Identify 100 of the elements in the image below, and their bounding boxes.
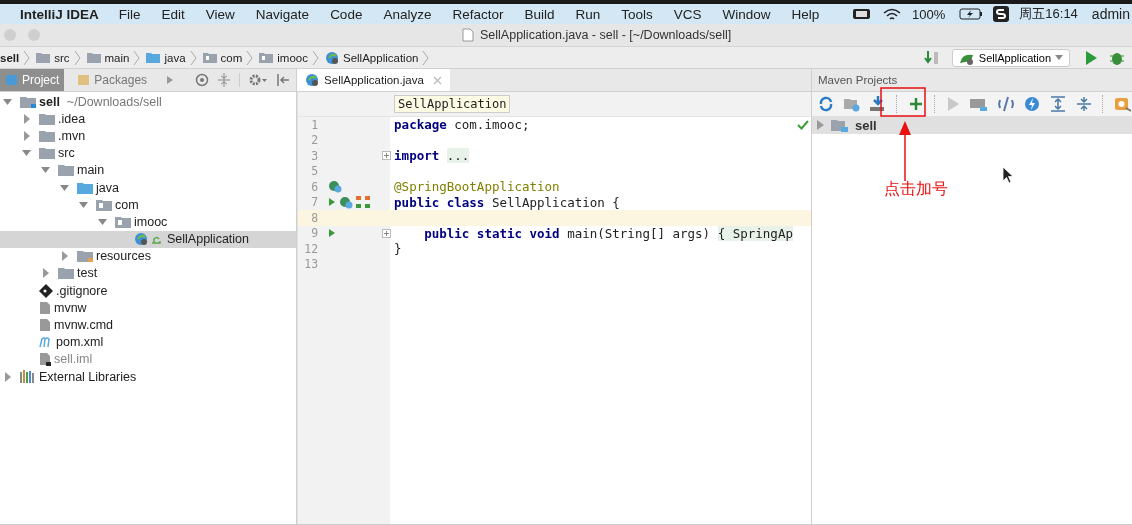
tree-item[interactable]: SellApplication xyxy=(0,230,297,248)
breadcrumb-item[interactable]: main xyxy=(86,51,130,64)
spring-class-icon xyxy=(325,50,339,65)
code-line: package com.imooc; xyxy=(394,117,530,133)
run-icon[interactable] xyxy=(1084,49,1098,66)
app-menu[interactable]: IntelliJ IDEA xyxy=(20,6,99,22)
breadcrumb-item[interactable]: SellApplication xyxy=(325,50,419,65)
folder-icon xyxy=(58,164,74,177)
run-gutter-icon[interactable] xyxy=(328,197,337,208)
menu-item[interactable]: Build xyxy=(524,6,555,22)
expand-arrow-icon[interactable] xyxy=(97,216,109,227)
add-icon[interactable] xyxy=(908,96,924,112)
tree-item[interactable]: pom.xml xyxy=(0,333,297,351)
tree-item[interactable]: External Libraries xyxy=(0,368,297,386)
menu-item[interactable]: Edit xyxy=(161,6,185,22)
code-line: public class SellApplication { xyxy=(394,194,620,210)
tree-item[interactable]: src xyxy=(0,144,297,162)
skip-tests-icon[interactable] xyxy=(998,96,1014,112)
breadcrumb-item[interactable]: sell xyxy=(0,51,20,64)
expand-arrow-icon[interactable] xyxy=(21,148,33,159)
bean-icon[interactable] xyxy=(328,180,343,194)
tree-item[interactable]: sell ~/Downloads/sell xyxy=(0,93,297,111)
maven-goal-icon[interactable] xyxy=(970,96,988,112)
collapse-all-icon[interactable] xyxy=(1076,96,1092,112)
code-line: public static void main(String[] args) { SpringAp xyxy=(423,225,793,241)
folder-icon xyxy=(36,52,51,63)
tree-item[interactable]: sell.iml xyxy=(0,350,297,368)
expand-all-icon[interactable] xyxy=(1050,96,1066,112)
menu-item[interactable]: View xyxy=(205,6,235,22)
chevron-icon xyxy=(23,49,31,66)
clock: 周五16:14 xyxy=(1019,5,1078,23)
file-icon xyxy=(39,300,51,315)
tree-item[interactable]: resources xyxy=(0,247,297,265)
menu-item[interactable]: File xyxy=(118,6,141,22)
breadcrumb-item[interactable]: java xyxy=(146,51,186,64)
folder-icon xyxy=(202,52,217,63)
collapse-all-icon[interactable] xyxy=(217,73,232,87)
tree-item[interactable]: main xyxy=(0,161,297,179)
tree-item[interactable]: mvnw xyxy=(0,299,297,317)
folder-icon[interactable] xyxy=(844,96,860,112)
fold-icon[interactable] xyxy=(382,228,392,238)
panel-tab[interactable]: Packages xyxy=(72,69,153,91)
code-line: import ... xyxy=(394,148,470,164)
line-number: 2 xyxy=(310,133,319,148)
tree-item[interactable]: test xyxy=(0,264,297,283)
menu-item[interactable]: Tools xyxy=(621,6,653,22)
download-icon[interactable] xyxy=(870,96,886,112)
expand-arrow-icon[interactable] xyxy=(59,182,71,193)
settings-icon[interactable] xyxy=(248,73,269,87)
tree-item[interactable]: mvnw.cmd xyxy=(0,316,297,334)
battery-percent: 100% xyxy=(912,6,946,22)
menu-item[interactable]: Analyze xyxy=(383,6,432,22)
user-name[interactable]: admin xyxy=(1091,6,1130,22)
menu-item[interactable]: Code xyxy=(330,6,363,22)
window-title: SellApplication.java - sell - [~/Downloads/sell] xyxy=(480,28,732,42)
expand-arrow-icon[interactable] xyxy=(816,120,825,130)
run-config-dropdown[interactable]: SellApplication xyxy=(951,48,1070,67)
breadcrumb-item[interactable]: imooc xyxy=(259,51,308,64)
folder-icon xyxy=(146,52,161,63)
chevron-icon xyxy=(133,49,141,66)
menu-item[interactable]: VCS xyxy=(673,6,702,22)
tree-item[interactable]: .idea xyxy=(0,110,297,128)
menu-item[interactable]: Window xyxy=(722,6,771,22)
sort-icon[interactable] xyxy=(923,49,940,66)
line-number: 9 xyxy=(310,226,319,241)
folder-icon xyxy=(58,267,74,280)
hierarchy-icon[interactable] xyxy=(356,195,371,209)
tree-item[interactable]: .gitignore xyxy=(0,282,297,300)
refresh-icon[interactable] xyxy=(818,96,834,112)
expand-arrow-icon[interactable] xyxy=(78,199,90,210)
close-icon[interactable] xyxy=(432,75,442,85)
menu-item[interactable]: Run xyxy=(575,6,601,22)
app-tray-icon[interactable] xyxy=(993,6,1010,22)
breadcrumb-item[interactable]: com xyxy=(202,51,243,64)
line-number: 1 xyxy=(310,117,319,132)
tree-item[interactable]: com xyxy=(0,196,297,214)
structure-breadcrumb[interactable]: SellApplication xyxy=(394,95,511,113)
bean-icon[interactable] xyxy=(339,195,354,209)
fold-icon[interactable] xyxy=(382,151,392,161)
wifi-icon[interactable] xyxy=(882,6,903,22)
diamond-icon xyxy=(39,283,53,298)
editor-tab[interactable]: SellApplication.java xyxy=(297,69,450,91)
breadcrumb-item[interactable]: src xyxy=(36,51,70,64)
offline-icon[interactable] xyxy=(1024,96,1040,112)
more-tabs-icon[interactable] xyxy=(166,75,175,85)
run-gutter-icon[interactable] xyxy=(328,228,337,239)
tree-item[interactable]: .mvn xyxy=(0,127,297,145)
menu-item[interactable]: Navigate xyxy=(255,6,310,22)
expand-arrow-icon[interactable] xyxy=(40,165,52,176)
expand-arrow-icon[interactable] xyxy=(2,96,14,107)
settings-icon[interactable] xyxy=(1114,96,1132,112)
tree-item[interactable]: java xyxy=(0,178,297,197)
battery-icon[interactable] xyxy=(852,8,873,20)
maven-project-item[interactable]: sell xyxy=(812,116,1132,134)
menu-item[interactable]: Help xyxy=(791,6,820,22)
hide-panel-icon[interactable] xyxy=(276,73,291,87)
tree-item[interactable]: imooc xyxy=(0,213,297,231)
menu-item[interactable]: Refactor xyxy=(452,6,504,22)
locate-icon[interactable] xyxy=(195,73,210,87)
charging-battery-icon[interactable] xyxy=(959,8,984,20)
